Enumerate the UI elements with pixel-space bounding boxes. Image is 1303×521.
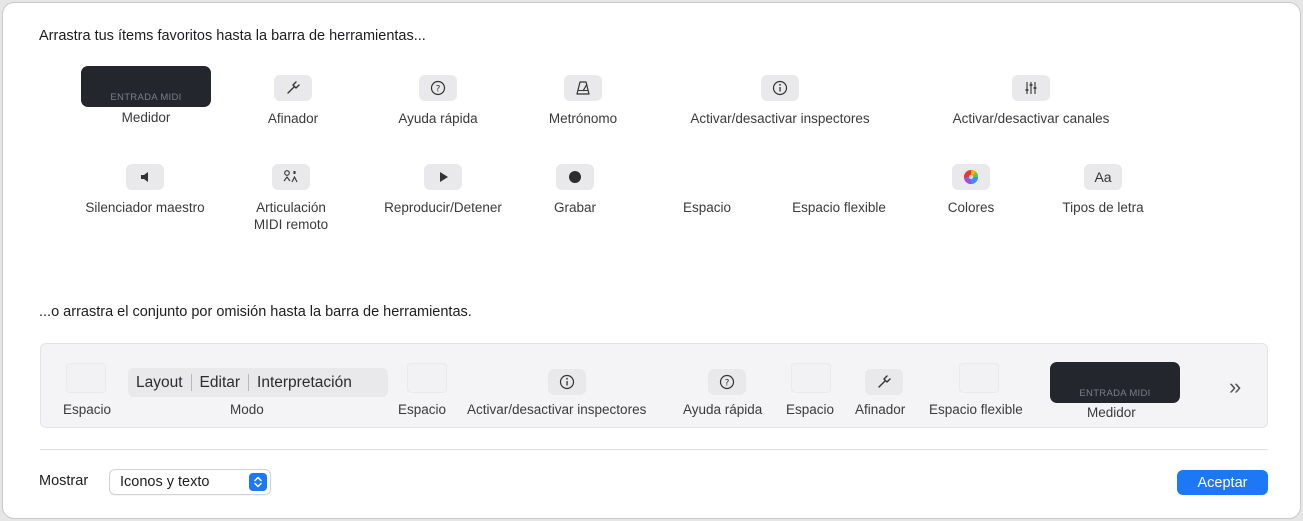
mode-segmented-control: Layout Editar Interpretación: [128, 368, 388, 397]
favorites-heading: Arrastra tus ítems favoritos hasta la ba…: [39, 28, 426, 44]
tuning-fork-icon: [274, 75, 312, 101]
flex-space-placeholder: [959, 363, 999, 393]
overflow-chevron-icon[interactable]: »: [1229, 374, 1241, 400]
palette-item-quick-help[interactable]: ? Ayuda rápida: [383, 75, 493, 127]
palette-item-flex-space[interactable]: Espacio flexible: [777, 164, 901, 216]
meter-display: ENTRADA MIDI: [1050, 362, 1180, 403]
palette-item-play-stop[interactable]: Reproducir/Detener: [373, 164, 513, 216]
segment-edit: Editar: [190, 374, 249, 391]
customize-toolbar-sheet: Arrastra tus ítems favoritos hasta la ba…: [2, 2, 1301, 519]
font-aa-icon: Aa: [1084, 164, 1122, 190]
palette-item-metronome[interactable]: Metrónomo: [529, 75, 637, 127]
palette-item-record[interactable]: Grabar: [533, 164, 617, 216]
palette-item-tuner[interactable]: Afinador: [241, 75, 345, 127]
info-icon: [548, 369, 586, 395]
chevron-up-down-icon: [249, 473, 267, 491]
color-wheel-icon: [952, 164, 990, 190]
default-toolbar-set[interactable]: Espacio Layout Editar Interpretación Mod…: [40, 343, 1268, 428]
palette-item-articulation[interactable]: Articulación MIDI remoto: [239, 164, 343, 233]
info-icon: [761, 75, 799, 101]
segment-performance: Interpretación: [248, 374, 360, 391]
speaker-icon: [126, 164, 164, 190]
play-icon: [424, 164, 462, 190]
show-popup[interactable]: Iconos y texto: [109, 469, 271, 495]
palette-item-meter[interactable]: ENTRADA MIDI Medidor: [81, 66, 211, 126]
divider: [40, 449, 1268, 450]
mixer-sliders-icon: [1012, 75, 1050, 101]
palette-item-colors[interactable]: Colores: [931, 164, 1011, 216]
tuning-fork-icon: [865, 369, 903, 395]
question-mark-icon: ?: [708, 369, 746, 395]
flex-space-placeholder: [820, 164, 858, 190]
svg-text:?: ?: [725, 379, 730, 389]
segment-layout: Layout: [136, 374, 183, 391]
accept-button[interactable]: Aceptar: [1177, 470, 1268, 495]
record-icon: [556, 164, 594, 190]
space-placeholder: [688, 164, 726, 190]
space-placeholder: [66, 363, 106, 393]
articulation-icon: [272, 164, 310, 190]
palette-item-channels[interactable]: Activar/desactivar canales: [931, 75, 1131, 127]
show-label: Mostrar: [39, 473, 89, 489]
svg-text:?: ?: [436, 85, 441, 95]
palette-item-master-mute[interactable]: Silenciador maestro: [75, 164, 215, 216]
space-placeholder: [791, 363, 831, 393]
metronome-icon: [564, 75, 602, 101]
default-set-heading: ...o arrastra el conjunto por omisión ha…: [39, 304, 472, 320]
palette-item-space[interactable]: Espacio: [667, 164, 747, 216]
palette-item-fonts[interactable]: Aa Tipos de letra: [1047, 164, 1159, 216]
meter-display: ENTRADA MIDI: [81, 66, 211, 107]
palette-item-inspectors[interactable]: Activar/desactivar inspectores: [665, 75, 895, 127]
question-mark-icon: ?: [419, 75, 457, 101]
space-placeholder: [407, 363, 447, 393]
